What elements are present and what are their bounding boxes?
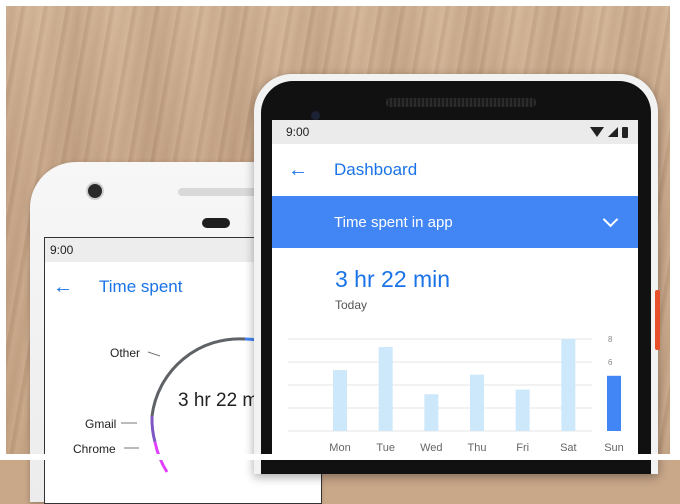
bar-sun — [607, 375, 621, 431]
speaker-grille — [386, 98, 536, 107]
page-title: Dashboard — [334, 160, 418, 179]
y-tick-label: 6 — [608, 358, 613, 367]
camera-icon — [86, 182, 104, 200]
bar-fri — [515, 389, 530, 431]
x-tick-label: Fri — [516, 442, 529, 454]
y-tick-label: 8 — [608, 335, 613, 344]
weekly-usage-chart-svg: 2468MonTueWedThuFriSatSun — [288, 335, 624, 454]
x-tick-label: Mon — [329, 442, 350, 454]
bar-sat — [561, 339, 576, 431]
power-button — [655, 290, 660, 350]
bar-tue — [378, 347, 393, 431]
status-time: 9:00 — [286, 125, 310, 139]
app-bar: ← Dashboard — [272, 144, 638, 196]
weekly-usage-chart: 2468MonTueWedThuFriSatSun — [272, 325, 638, 460]
status-bar: 9:00 — [272, 120, 638, 144]
ring-segment-chrome — [153, 441, 169, 473]
signal-icon — [608, 127, 618, 137]
status-icons — [590, 126, 628, 138]
bar-wed — [424, 394, 439, 431]
leader-line-other — [147, 351, 161, 357]
metric-selector[interactable]: Time spent in app — [272, 196, 638, 248]
x-tick-label: Sat — [560, 442, 577, 454]
back-arrow-icon[interactable]: ← — [288, 159, 318, 182]
wifi-icon — [590, 127, 604, 137]
ring-total-time: 3 hr 22 m — [178, 390, 259, 411]
bar-thu — [470, 374, 484, 431]
x-tick-label: Tue — [376, 442, 395, 454]
ring-label-other: Other — [110, 346, 141, 360]
proximity-sensor — [202, 218, 230, 228]
right-phone-screen: 9:00 ← Dashboard Time spent in app 3 hr … — [272, 120, 638, 460]
metric-selector-label: Time spent in app — [334, 213, 453, 231]
period-label: Today — [335, 298, 368, 312]
front-camera-icon — [311, 111, 320, 120]
bar-mon — [333, 370, 347, 431]
battery-icon — [622, 126, 628, 138]
status-time: 9:00 — [50, 243, 74, 257]
ring-label-chrome: Chrome — [73, 442, 116, 456]
ring-segment-gmail — [150, 415, 157, 443]
chevron-down-icon[interactable] — [602, 211, 619, 228]
total-time: 3 hr 22 min — [335, 266, 451, 292]
x-tick-label: Sun — [604, 442, 624, 454]
x-tick-label: Thu — [468, 442, 487, 454]
page-title: Time spent — [99, 277, 183, 296]
back-arrow-icon[interactable]: ← — [53, 276, 83, 299]
x-tick-label: Wed — [420, 442, 442, 454]
ring-label-gmail: Gmail — [85, 417, 117, 431]
